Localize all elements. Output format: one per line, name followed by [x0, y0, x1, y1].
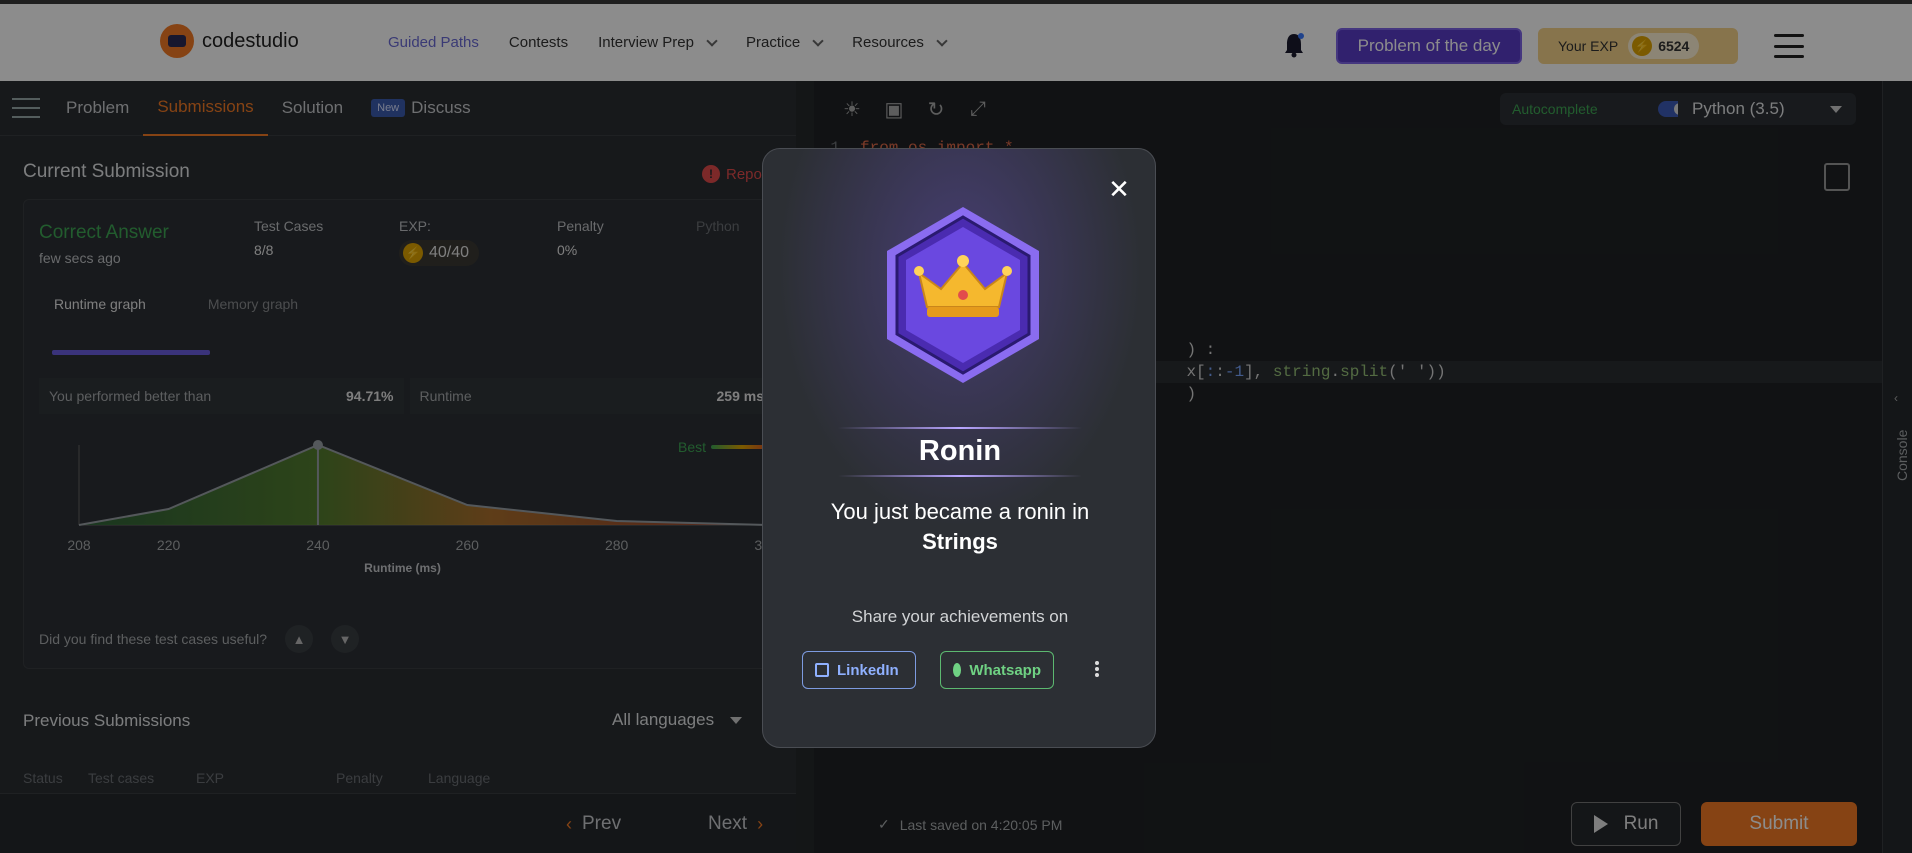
achievement-topic: Strings: [922, 529, 998, 554]
more-options-icon[interactable]: [1089, 657, 1105, 681]
achievement-modal: ✕ Ronin You just became a ronin in Strin…: [762, 148, 1156, 748]
achievement-message: You just became a ronin in: [830, 499, 1090, 524]
crown-icon: [887, 207, 1039, 383]
linkedin-label: LinkedIn: [837, 661, 899, 679]
divider-bottom: [838, 475, 1082, 477]
linkedin-icon: [815, 663, 829, 677]
linkedin-share-button[interactable]: LinkedIn: [802, 651, 916, 689]
divider-top: [838, 427, 1082, 429]
rank-title: Ronin: [918, 435, 1002, 467]
close-icon[interactable]: ✕: [1103, 173, 1135, 205]
whatsapp-icon: [953, 663, 962, 677]
whatsapp-label: Whatsapp: [969, 661, 1041, 679]
whatsapp-share-button[interactable]: Whatsapp: [940, 651, 1054, 689]
share-label: Share your achievements on: [851, 607, 1069, 626]
